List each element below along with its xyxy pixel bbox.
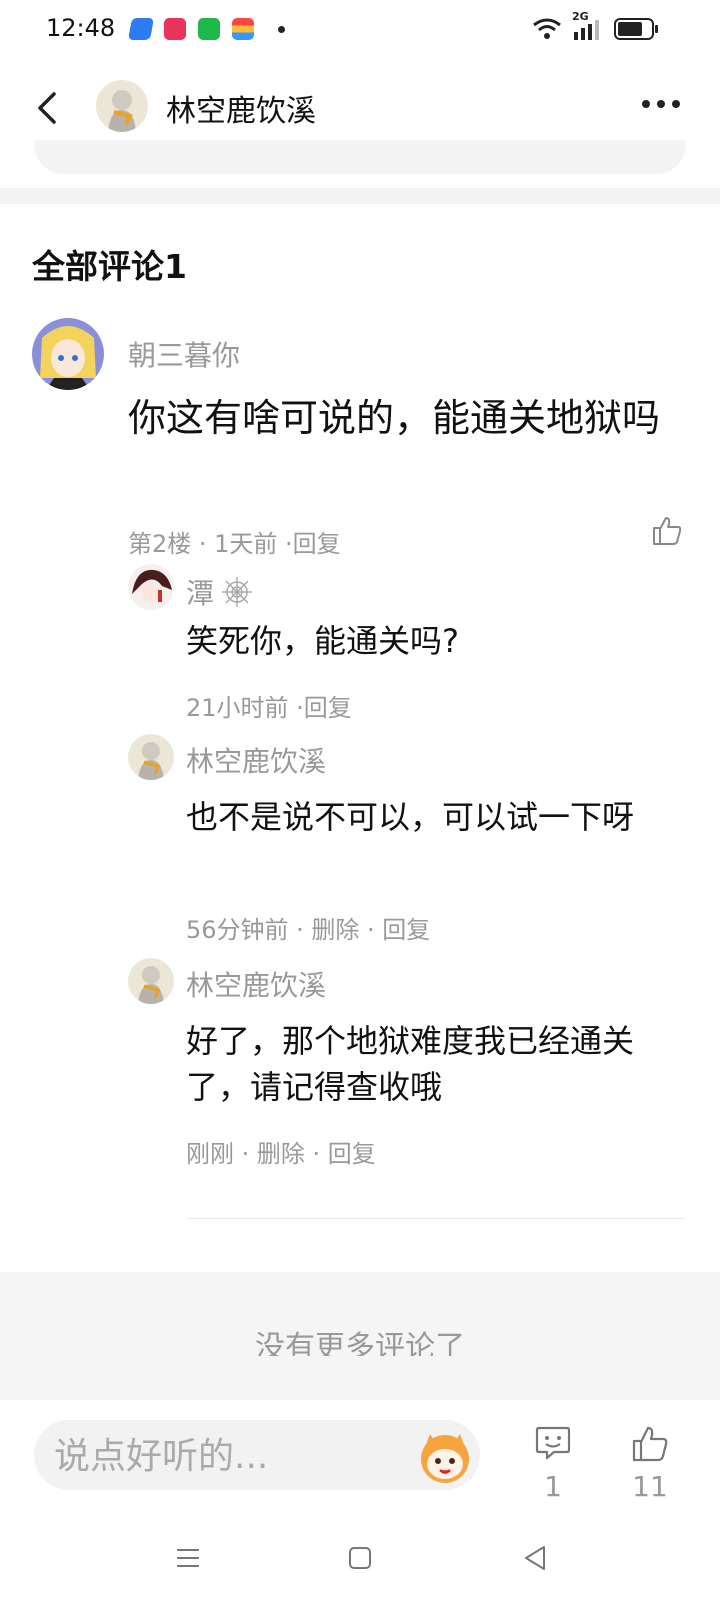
back-icon[interactable] xyxy=(32,90,68,126)
commenter-avatar[interactable] xyxy=(32,318,104,390)
menu-icon[interactable] xyxy=(176,1546,200,1570)
comment-input[interactable] xyxy=(52,1430,396,1482)
reply-meta[interactable]: 刚刚 · 删除 · 回复 xyxy=(186,1134,376,1169)
reply-text: 好了，那个地狱难度我已经通关了，请记得查收哦 xyxy=(186,1022,635,1106)
home-icon[interactable] xyxy=(348,1546,372,1570)
no-more-comments: 没有更多评论了 xyxy=(255,1330,465,1356)
like-count: 11 xyxy=(632,1470,668,1503)
wifi-icon xyxy=(533,18,561,39)
comment-text: 你这有啥可说的，能通关地狱吗 xyxy=(128,396,661,440)
comment-icon[interactable] xyxy=(534,1424,572,1462)
divider xyxy=(188,1218,684,1219)
reply-avatar[interactable] xyxy=(128,958,174,1004)
battery-icon xyxy=(614,18,658,40)
more-options-icon[interactable] xyxy=(642,100,680,108)
iqiyi-app-icon xyxy=(198,18,220,40)
status-app-icons xyxy=(128,18,285,40)
comment-author[interactable]: 朝三暮你 xyxy=(128,334,240,374)
reply-text: 也不是说不可以，可以试一下呀 xyxy=(186,798,635,836)
status-time: 12:48 xyxy=(46,14,116,42)
previous-card-edge xyxy=(34,140,686,174)
reply-avatar[interactable] xyxy=(128,564,174,610)
cell-signal-icon: 2G xyxy=(572,10,604,42)
comment-meta[interactable]: 第2楼 · 1天前 ·回复 xyxy=(128,524,341,559)
reply-author[interactable]: 林空鹿饮溪 xyxy=(186,964,326,1004)
reply-meta[interactable]: 21小时前 ·回复 xyxy=(186,688,352,723)
spider-web-icon xyxy=(222,577,253,607)
comment-count: 1 xyxy=(544,1470,562,1503)
wallet-app-icon xyxy=(232,18,254,40)
reply-text: 笑死你，能通关吗? xyxy=(186,622,459,660)
nav-back-icon[interactable] xyxy=(522,1544,548,1572)
page-title: 林空鹿饮溪 xyxy=(166,94,316,129)
all-comments-title: 全部评论1 xyxy=(32,247,187,286)
reply-author[interactable]: 潭 xyxy=(186,572,254,612)
reply-meta[interactable]: 56分钟前 · 删除 · 回复 xyxy=(186,910,430,945)
like-icon[interactable] xyxy=(630,1424,670,1464)
reply-avatar[interactable] xyxy=(128,734,174,780)
emoji-icon[interactable] xyxy=(416,1428,474,1486)
reply-author[interactable]: 林空鹿饮溪 xyxy=(186,740,326,780)
notification-dot xyxy=(278,25,285,33)
section-divider xyxy=(0,188,720,204)
reply-author-name: 潭 xyxy=(186,577,215,610)
comment-input-box[interactable] xyxy=(34,1420,480,1490)
author-avatar[interactable] xyxy=(96,80,148,132)
video-app-icon xyxy=(164,18,186,40)
app-icon xyxy=(128,18,154,40)
comment-like-icon[interactable] xyxy=(650,514,684,548)
status-right: 2G xyxy=(532,10,660,42)
